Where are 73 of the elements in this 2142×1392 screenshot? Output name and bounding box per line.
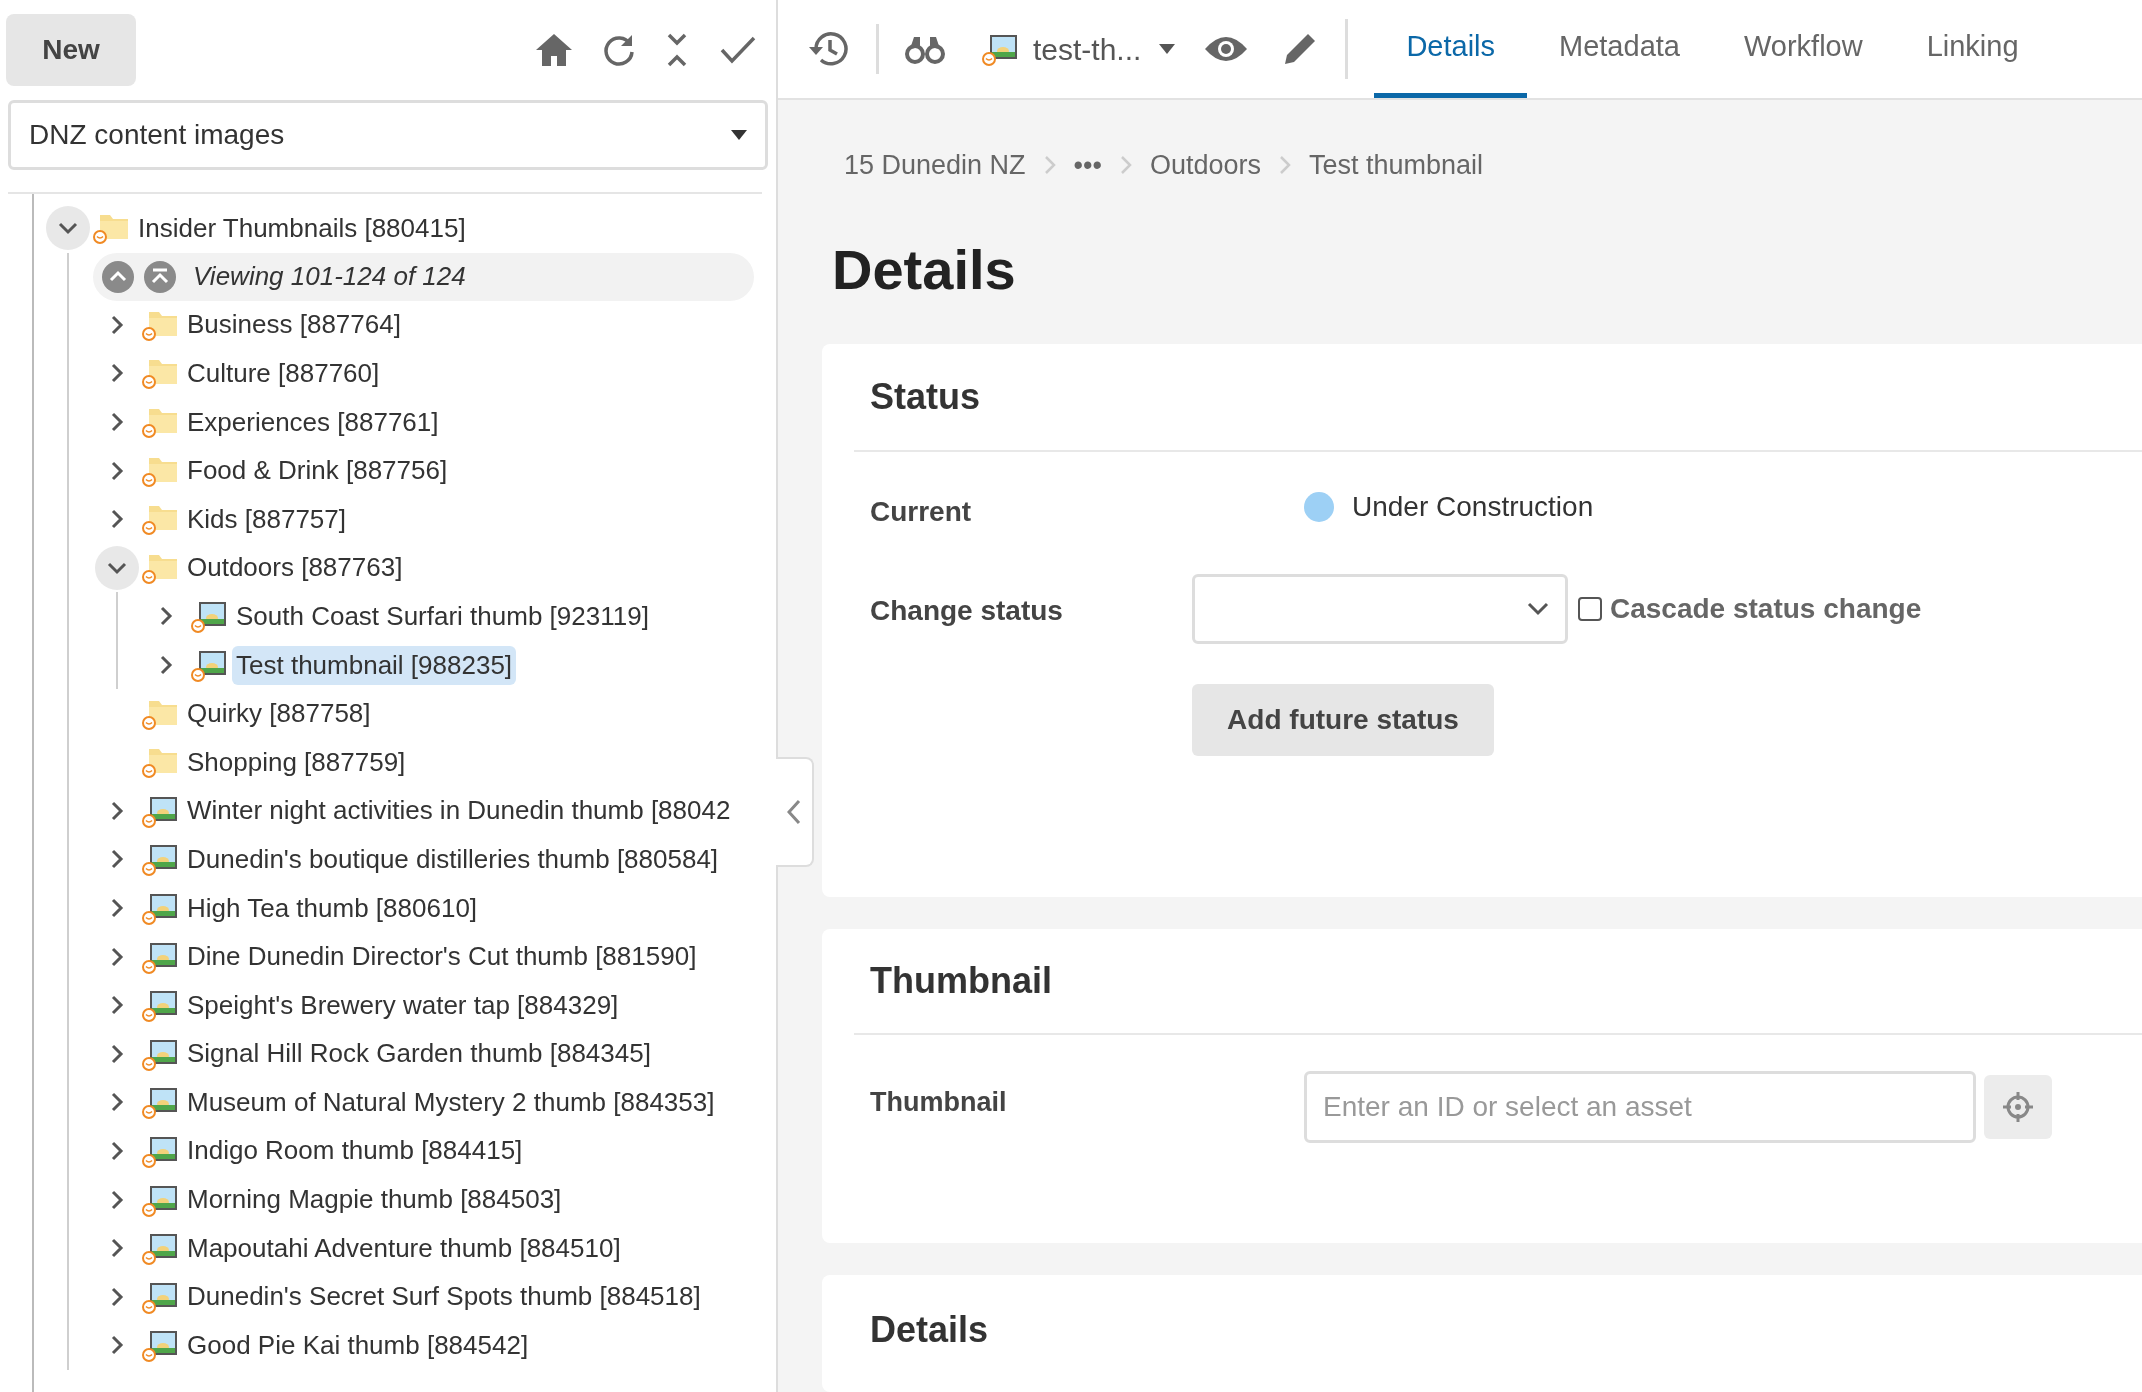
tree-item[interactable]: Signal Hill Rock Garden thumb [884345] bbox=[183, 1034, 655, 1074]
home-icon[interactable] bbox=[534, 32, 574, 68]
field-label: Thumbnail bbox=[870, 1085, 1008, 1119]
tree-item[interactable]: Indigo Room thumb [884415] bbox=[183, 1131, 527, 1171]
select-asset-button[interactable] bbox=[1984, 1075, 2052, 1139]
tree-item[interactable]: Business [887764] bbox=[183, 305, 405, 345]
asset-id-field[interactable]: Enter an ID or select an asset bbox=[1304, 1071, 1976, 1143]
history-icon[interactable] bbox=[806, 29, 850, 69]
tab[interactable]: Details bbox=[1374, 0, 1528, 98]
breadcrumb-link[interactable]: ••• bbox=[1073, 144, 1102, 186]
breadcrumb-link[interactable]: 15 Dunedin NZ bbox=[844, 144, 1026, 186]
tree-item[interactable]: Kids [887757] bbox=[183, 499, 350, 539]
chevron-right-icon bbox=[1119, 155, 1132, 175]
tree-item[interactable]: Food & Drink [887756] bbox=[183, 451, 452, 491]
tree-item[interactable]: Experiences [887761] bbox=[183, 402, 443, 442]
tree-item[interactable]: Test thumbnail [988235] bbox=[232, 645, 517, 685]
tree-item[interactable]: Insider Thumbnails [880415] bbox=[134, 208, 470, 248]
tree-item[interactable]: Dine Dunedin Director's Cut thumb [881590] bbox=[183, 937, 701, 977]
breadcrumb-link[interactable]: Outdoors bbox=[1149, 144, 1262, 186]
tab[interactable]: Metadata bbox=[1527, 0, 1712, 98]
tree-item[interactable]: High Tea thumb [880610] bbox=[183, 888, 482, 928]
chevron-left-icon bbox=[787, 799, 801, 825]
new-button[interactable]: New bbox=[6, 14, 136, 86]
tree-item[interactable]: Speight's Brewery water tap [884329] bbox=[183, 985, 623, 1025]
image-icon bbox=[141, 988, 179, 1023]
collapse-panel-tab[interactable] bbox=[776, 757, 814, 867]
image-icon bbox=[141, 1134, 179, 1168]
image-icon bbox=[141, 842, 179, 877]
arrow-up-icon[interactable] bbox=[101, 259, 135, 294]
tree-item[interactable]: Museum of Natural Mystery 2 thumb [884353] bbox=[183, 1082, 719, 1122]
chevron-down-icon bbox=[1527, 602, 1549, 616]
image-icon bbox=[981, 32, 1019, 66]
image-icon bbox=[141, 1085, 179, 1120]
tab[interactable]: Workflow bbox=[1711, 0, 1895, 98]
image-icon bbox=[190, 648, 228, 683]
caret-down-icon bbox=[731, 130, 747, 140]
section-title: Thumbnail bbox=[870, 959, 1052, 1003]
tree-item[interactable]: Dunedin's boutique distilleries thumb [880584] bbox=[183, 839, 723, 879]
chevron-down-icon[interactable] bbox=[44, 204, 92, 253]
add-future-status-button[interactable]: Add future status bbox=[1192, 684, 1494, 756]
field-label: Change status bbox=[870, 594, 1064, 628]
chevron-right-icon bbox=[1279, 155, 1292, 175]
status-value: Under Construction bbox=[1352, 490, 1594, 524]
breadcrumb-link[interactable]: Test thumbnail bbox=[1309, 144, 1484, 186]
cascade-label: Cascade status change bbox=[1610, 592, 1922, 626]
tab[interactable]: Linking bbox=[1894, 0, 2051, 98]
cascade-checkbox[interactable] bbox=[1578, 597, 1602, 621]
image-icon bbox=[141, 1328, 179, 1363]
tree-item[interactable]: Shopping [887759] bbox=[183, 742, 410, 782]
arrow-to-top-icon[interactable] bbox=[143, 259, 177, 294]
tree-item[interactable]: Dunedin's Secret Surf Spots thumb [884518] bbox=[183, 1277, 705, 1317]
field-label: Current bbox=[870, 495, 973, 529]
tree-item[interactable]: Morning Magpie thumb [884503] bbox=[183, 1180, 566, 1220]
pager-text: Viewing 101-124 of 124 bbox=[193, 260, 466, 294]
chevron-right-icon bbox=[1043, 155, 1056, 175]
tree-item[interactable]: South Coast Surfari thumb [923119] bbox=[232, 596, 653, 636]
image-icon bbox=[141, 891, 179, 925]
crosshair-icon bbox=[2002, 1091, 2034, 1123]
chevron-down-icon[interactable] bbox=[93, 543, 141, 592]
caret-down-icon[interactable] bbox=[1159, 44, 1176, 54]
section-title: Details bbox=[870, 1308, 989, 1352]
tree-item[interactable]: Mapoutahi Adventure thumb [884510] bbox=[183, 1228, 625, 1268]
image-icon bbox=[190, 599, 228, 634]
tree-item[interactable]: Quirky [887758] bbox=[183, 694, 375, 734]
tree-item[interactable]: Outdoors [887763] bbox=[183, 548, 407, 588]
section-title: Status bbox=[870, 375, 981, 419]
tree-item[interactable]: Culture [887760] bbox=[183, 354, 384, 393]
page-title: Details bbox=[832, 237, 1017, 303]
asset-name[interactable]: test-th... bbox=[1033, 26, 1142, 72]
site-dropdown[interactable]: DNZ content images bbox=[8, 100, 768, 170]
image-icon bbox=[141, 1231, 179, 1266]
tree-item[interactable]: Winter night activities in Dunedin thumb [88042 bbox=[183, 791, 735, 831]
tree-item[interactable]: Good Pie Kai thumb [884542] bbox=[183, 1325, 533, 1365]
